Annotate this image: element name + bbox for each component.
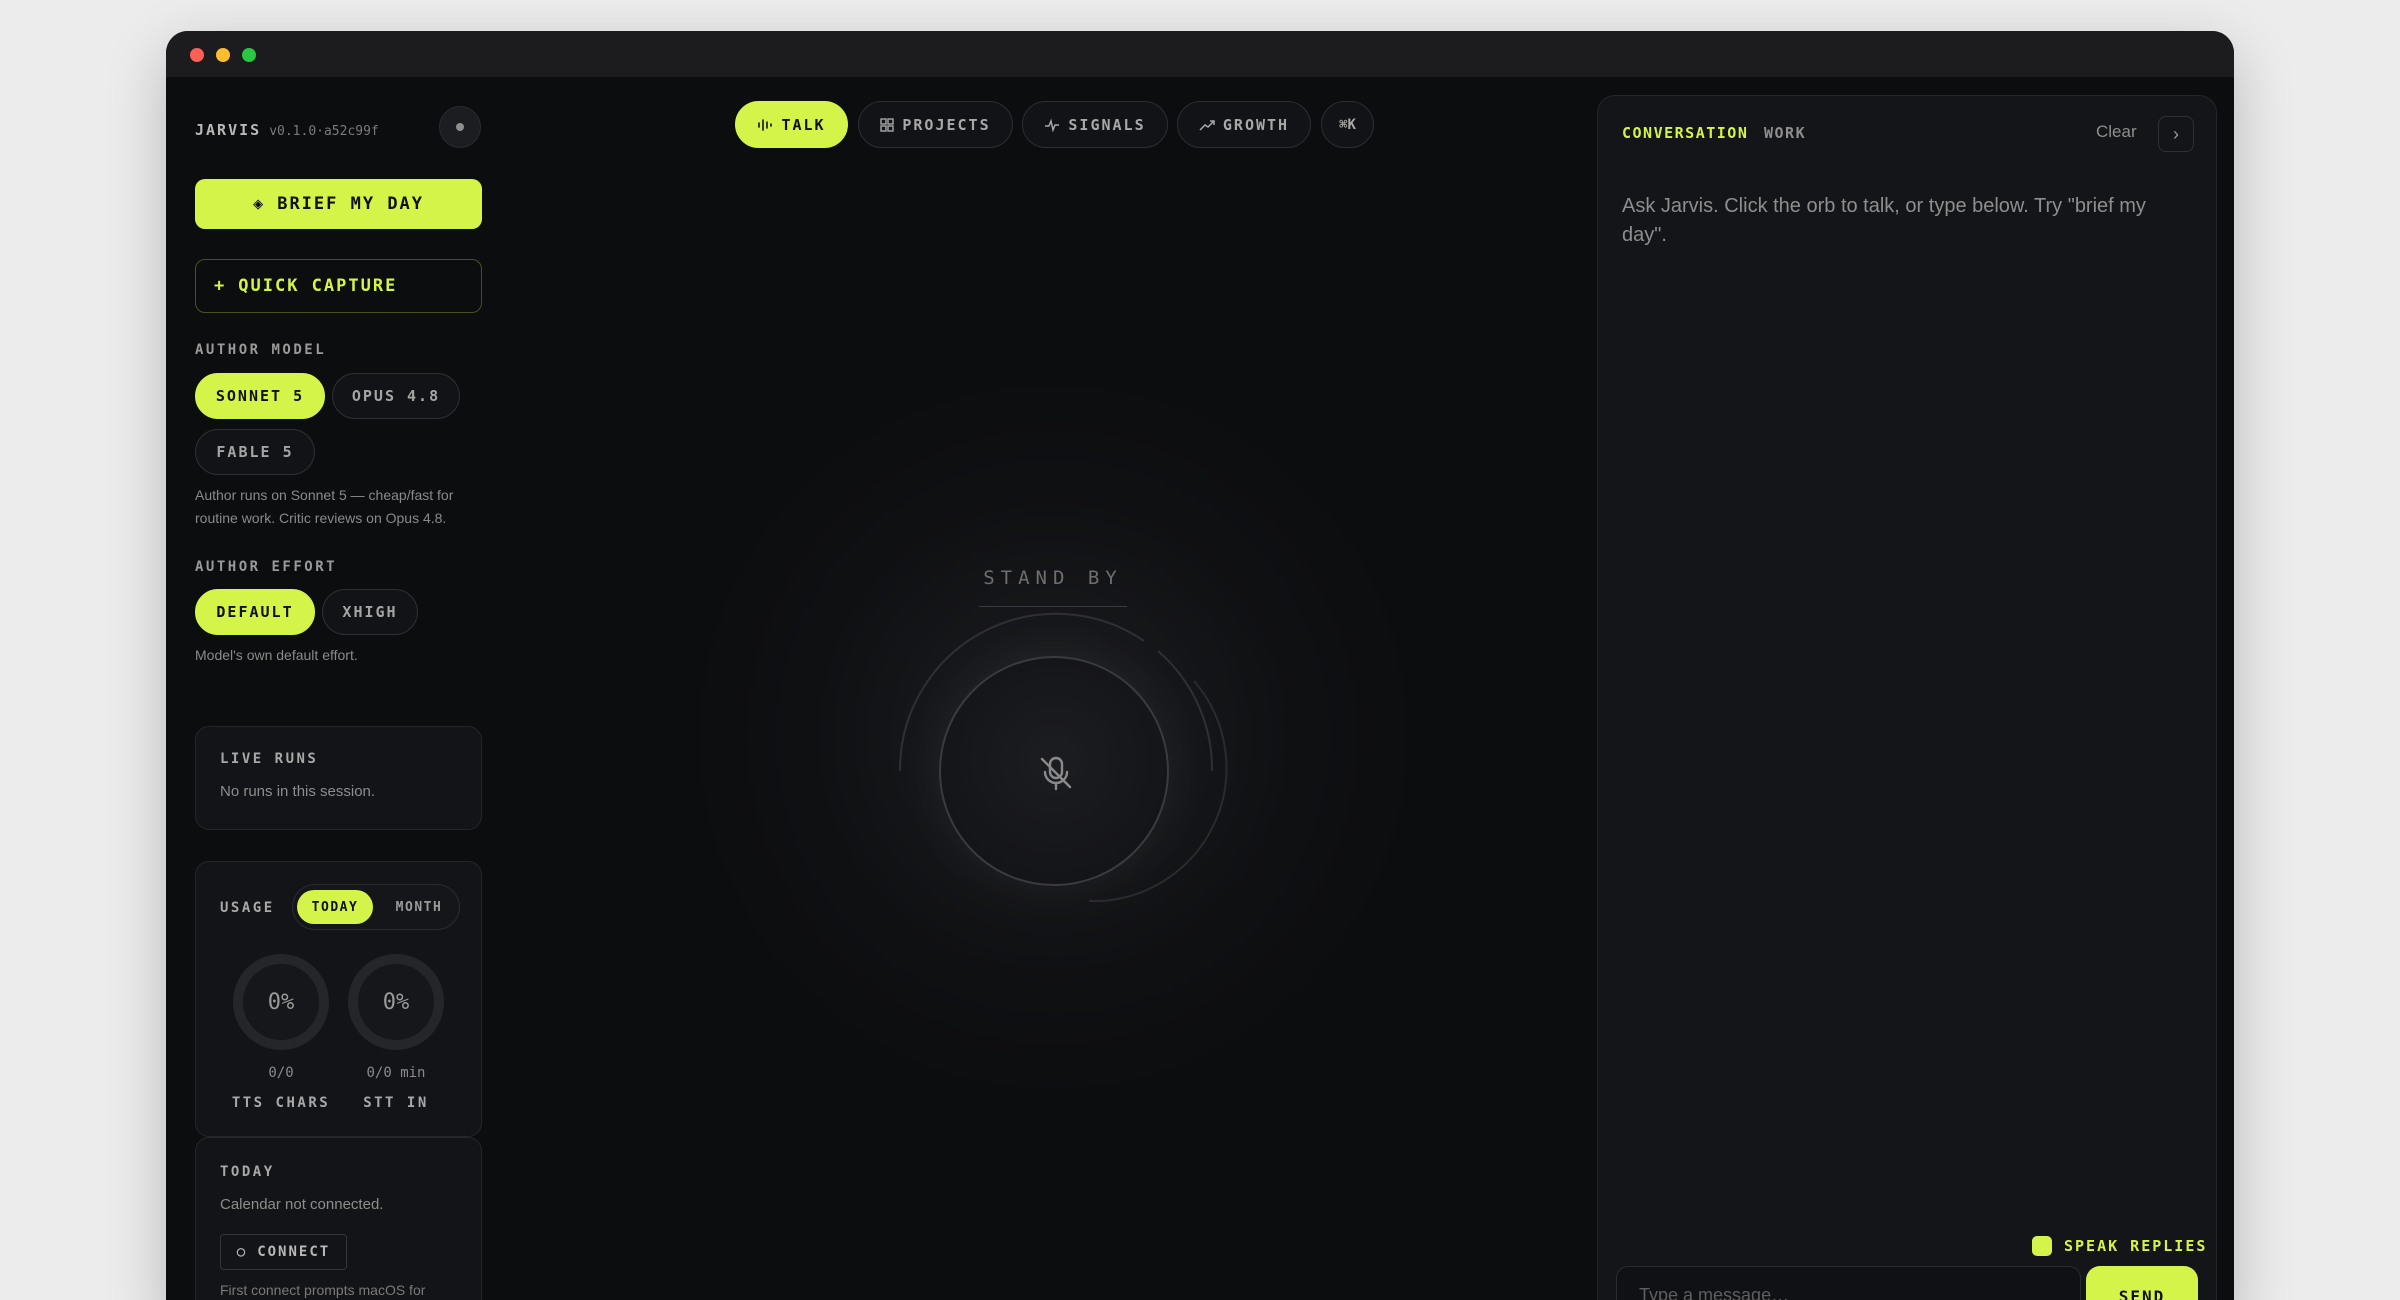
title-bar	[166, 31, 2234, 77]
tab-growth[interactable]: GROWTH	[1177, 101, 1311, 148]
tab-work[interactable]: WORK	[1764, 124, 1806, 142]
effort-option-default[interactable]: DEFAULT	[195, 589, 315, 635]
waveform-icon	[758, 118, 773, 131]
today-title: TODAY	[220, 1164, 275, 1180]
collapse-panel-button[interactable]: ›	[2158, 116, 2194, 152]
clear-button[interactable]: Clear	[2096, 122, 2137, 142]
model-option-fable[interactable]: FABLE 5	[195, 429, 315, 475]
live-runs-title: LIVE RUNS	[220, 751, 319, 767]
trend-icon	[1199, 119, 1215, 131]
mic-off-icon	[1040, 756, 1072, 791]
today-card: TODAY Calendar not connected. ○ CONNECT …	[195, 1137, 482, 1300]
tab-talk[interactable]: TALK	[735, 101, 848, 148]
usage-card: USAGE TODAY MONTH 0% 0% 0/0 0/0 min TTS …	[195, 861, 482, 1137]
diamond-icon: ◈	[252, 194, 266, 214]
tab-signals-label: SIGNALS	[1068, 115, 1146, 134]
live-runs-card: LIVE RUNS No runs in this session.	[195, 726, 482, 830]
command-palette-button[interactable]: ⌘K	[1321, 101, 1374, 148]
model-option-opus[interactable]: OPUS 4.8	[332, 373, 460, 419]
tab-growth-label: GROWTH	[1222, 115, 1290, 134]
period-today[interactable]: TODAY	[297, 890, 373, 924]
period-month[interactable]: MONTH	[381, 890, 457, 924]
circle-icon: ○	[236, 1244, 248, 1260]
close-window-button[interactable]	[190, 48, 204, 62]
message-input[interactable]: Type a message…	[1616, 1266, 2081, 1300]
connect-calendar-button[interactable]: ○ CONNECT	[220, 1234, 347, 1270]
grid-icon	[880, 117, 895, 132]
tab-signals[interactable]: SIGNALS	[1022, 101, 1168, 148]
conversation-hint: Ask Jarvis. Click the orb to talk, or ty…	[1622, 195, 2146, 246]
speak-replies-toggle[interactable]: SPEAK REPLIES	[2032, 1236, 2207, 1256]
author-effort-note: Model's own default effort.	[195, 647, 358, 663]
capture-label: QUICK CAPTURE	[238, 276, 398, 296]
send-button[interactable]: SEND	[2086, 1266, 2198, 1300]
maximize-window-button[interactable]	[242, 48, 256, 62]
speak-replies-label: SPEAK REPLIES	[2064, 1237, 2208, 1255]
voice-orb-button[interactable]	[939, 656, 1169, 886]
app-window: JARVIS v0.1.0·a52c99f ◈ BRIEF MY DAY + QU…	[166, 31, 2234, 1300]
tab-talk-label: TALK	[781, 115, 826, 134]
quick-capture-button[interactable]: + QUICK CAPTURE	[195, 259, 482, 313]
status-underline	[979, 606, 1127, 607]
stt-name: STT IN	[363, 1095, 429, 1111]
brief-label: BRIEF MY DAY	[277, 194, 425, 214]
tab-projects[interactable]: PROJECTS	[858, 101, 1013, 148]
connect-footnote: First connect prompts macOS for	[220, 1282, 426, 1298]
plus-icon: +	[214, 276, 227, 296]
minimize-window-button[interactable]	[216, 48, 230, 62]
tab-projects-label: PROJECTS	[902, 115, 991, 134]
tab-conversation[interactable]: CONVERSATION	[1622, 124, 1748, 142]
author-effort-label: AUTHOR EFFORT	[195, 559, 338, 575]
sidebar: JARVIS v0.1.0·a52c99f ◈ BRIEF MY DAY + QU…	[195, 77, 482, 1300]
version-label: v0.1.0·a52c99f	[269, 124, 379, 139]
connect-label: CONNECT	[257, 1244, 331, 1260]
orb-status: STAND BY	[983, 567, 1123, 589]
model-option-sonnet[interactable]: SONNET 5	[195, 373, 325, 419]
usage-period-toggle: TODAY MONTH	[292, 884, 460, 930]
calendar-status: Calendar not connected.	[220, 1196, 384, 1213]
brand: JARVIS v0.1.0·a52c99f	[195, 121, 379, 139]
stt-gauge: 0%	[348, 954, 444, 1050]
live-runs-text: No runs in this session.	[220, 783, 376, 800]
stt-detail: 0/0 min	[366, 1065, 426, 1081]
conversation-panel: CONVERSATION WORK Clear › Ask Jarvis. Cl…	[1597, 95, 2217, 1300]
speak-replies-checkbox[interactable]	[2032, 1236, 2052, 1256]
author-model-label: AUTHOR MODEL	[195, 342, 327, 358]
pulse-icon	[1045, 117, 1060, 132]
author-model-note: Author runs on Sonnet 5 — cheap/fast for…	[195, 487, 454, 526]
theme-toggle-button[interactable]	[439, 106, 481, 148]
brand-name: JARVIS	[195, 121, 262, 139]
chevron-right-icon: ›	[2173, 123, 2179, 144]
usage-title: USAGE	[220, 900, 275, 916]
brief-my-day-button[interactable]: ◈ BRIEF MY DAY	[195, 179, 482, 229]
effort-option-xhigh[interactable]: XHIGH	[322, 589, 418, 635]
tts-gauge: 0%	[233, 954, 329, 1050]
